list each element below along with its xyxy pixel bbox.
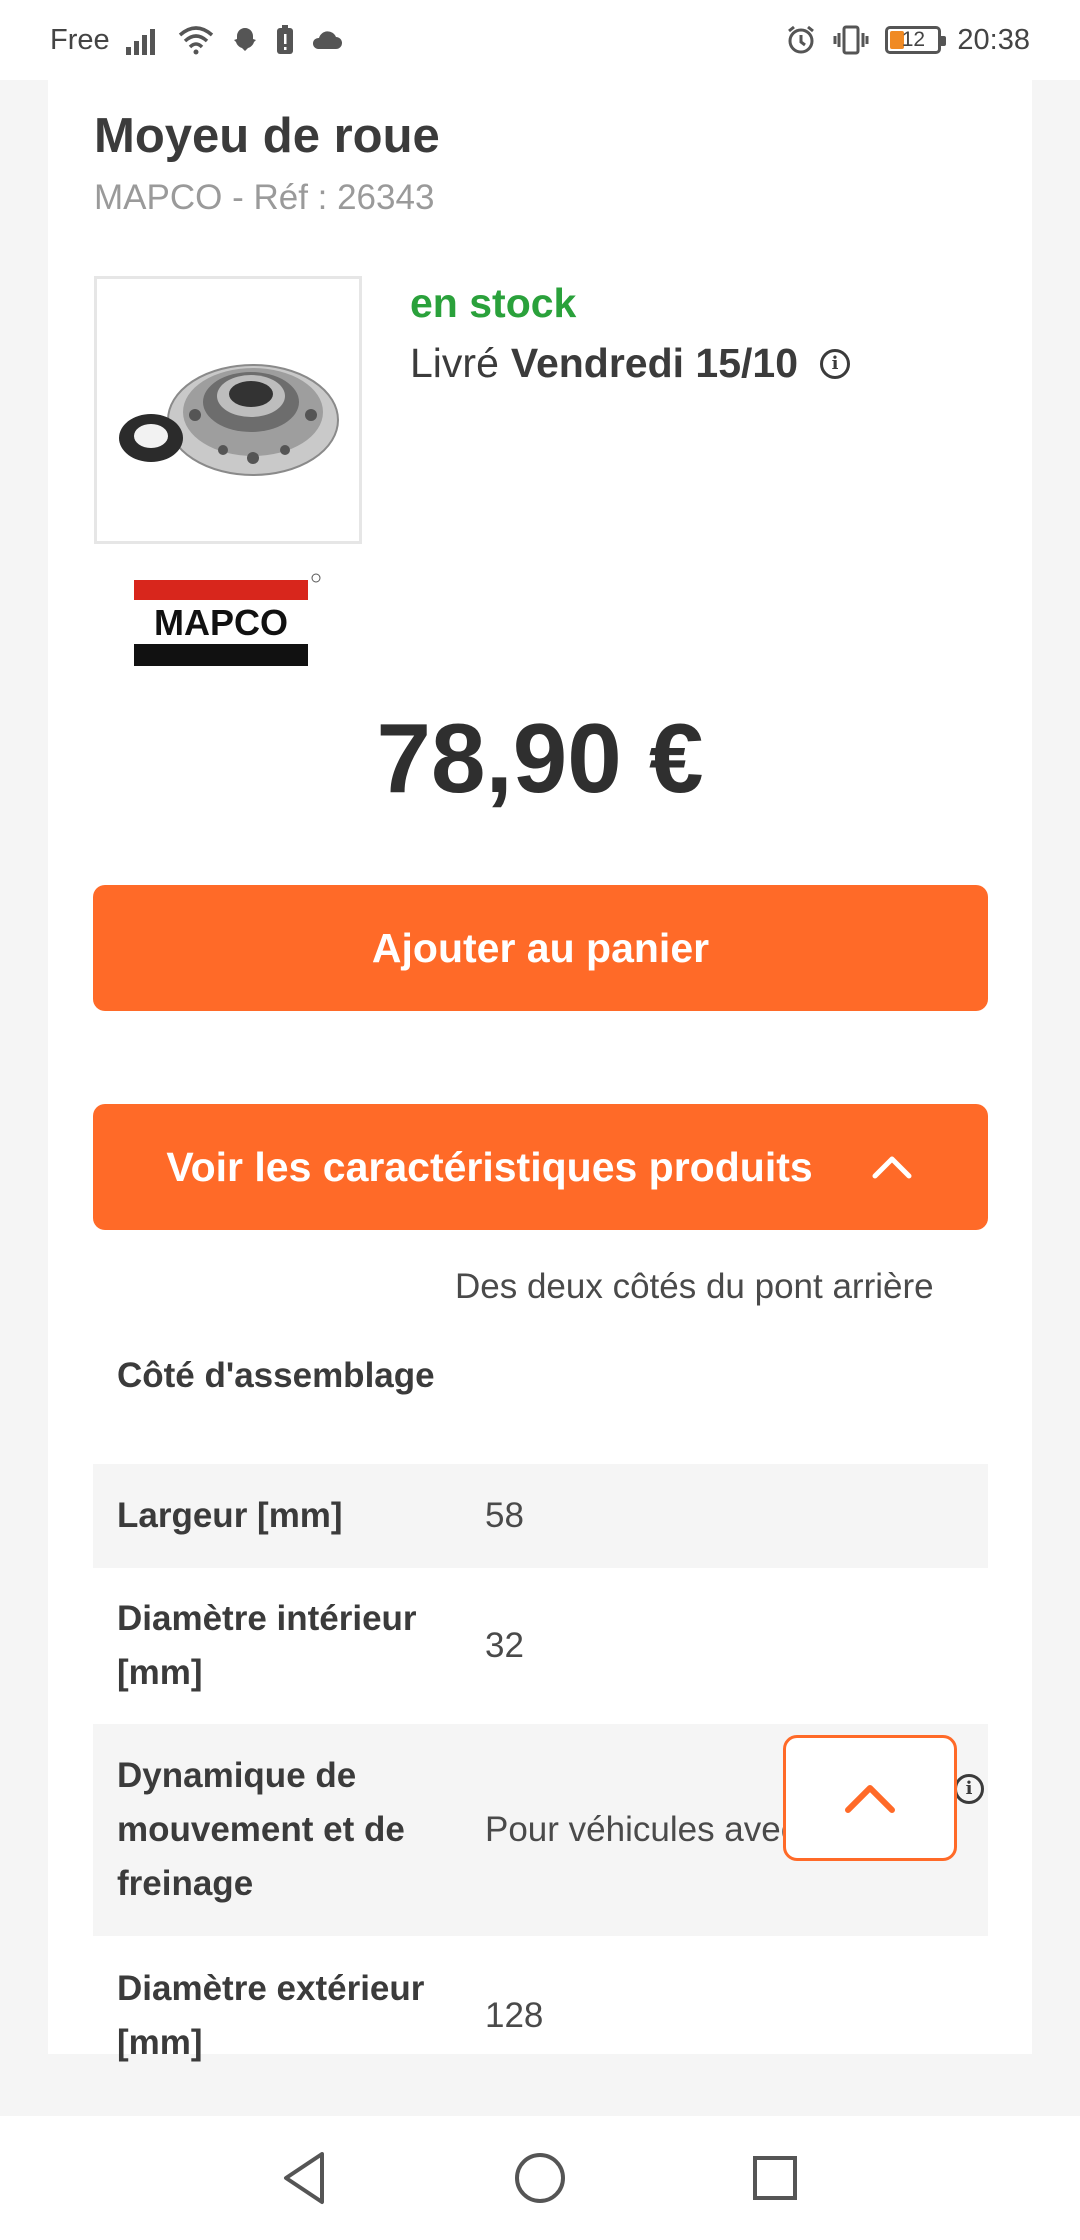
spec-value: 128 (485, 1996, 544, 2035)
spec-label: Diamètre intérieur [mm] (117, 1599, 417, 1692)
back-triangle-icon (284, 2152, 324, 2204)
home-nav-button[interactable] (510, 2148, 570, 2208)
recents-nav-button[interactable] (745, 2148, 805, 2208)
delivery-prefix: Livré (410, 340, 499, 386)
product-reference: MAPCO - Réf : 26343 (94, 178, 435, 217)
wheel-hub-icon (119, 364, 339, 476)
delivery-date: Vendredi 15/10 (510, 340, 799, 386)
spec-value: 32 (485, 1626, 524, 1665)
add-to-cart-button[interactable]: Ajouter au panier (93, 885, 988, 1011)
chevron-up-icon (872, 1156, 912, 1179)
spec-value: 58 (485, 1496, 524, 1535)
battery-alert-icon (276, 22, 294, 58)
spec-label: Côté d'assemblage (117, 1356, 435, 1395)
add-to-cart-label: Ajouter au panier (371, 924, 710, 971)
spec-label: Dynamique de mouvement et de freinage (117, 1756, 405, 1903)
status-bar: Free 12 20:38 (0, 0, 1080, 80)
status-right: 12 20:38 (785, 22, 1030, 58)
system-nav-bar (0, 2116, 1080, 2240)
clock-time: 20:38 (957, 23, 1030, 56)
brand-logo-text: MAPCO (154, 602, 288, 643)
view-specs-label: Voir les caractéristiques produits (166, 1143, 813, 1190)
spec-label: Diamètre extérieur [mm] (117, 1969, 425, 2062)
snapchat-icon (230, 22, 260, 58)
product-image[interactable] (94, 276, 362, 544)
spec-row: Diamètre intérieur [mm] 32 (93, 1568, 988, 1724)
spec-value: Des deux côtés du pont arrière (455, 1267, 934, 1306)
home-circle-icon (515, 2153, 565, 2203)
alarm-icon (785, 22, 817, 58)
chevron-up-icon (845, 1785, 895, 1813)
battery-level: 12 (901, 28, 926, 51)
view-specs-button[interactable]: Voir les caractéristiques produits (93, 1104, 988, 1230)
scroll-to-top-button[interactable] (783, 1735, 957, 1861)
recents-square-icon (753, 2156, 797, 2200)
vibrate-icon (833, 22, 869, 58)
spec-row: Côté d'assemblage Des deux côtés du pont… (93, 1260, 988, 1464)
signal-icon (125, 22, 162, 58)
wifi-icon (178, 22, 214, 58)
carrier-label: Free (50, 23, 110, 56)
info-icon[interactable]: i (820, 348, 851, 379)
cloud-icon (310, 22, 344, 58)
brand-logo: MAPCO (132, 570, 322, 675)
spec-row: Diamètre extérieur [mm] 128 (93, 1936, 988, 2096)
delivery-info: Livré Vendredi 15/10 i (410, 340, 851, 387)
info-icon[interactable]: i (954, 1774, 984, 1804)
status-left: Free (50, 22, 344, 58)
battery-icon: 12 (885, 26, 947, 54)
spec-label: Largeur [mm] (117, 1496, 343, 1535)
spec-row: Largeur [mm] 58 (93, 1464, 988, 1568)
stock-status: en stock (410, 280, 577, 326)
specs-table: Côté d'assemblage Des deux côtés du pont… (93, 1260, 988, 2096)
back-nav-button[interactable] (275, 2148, 335, 2208)
product-title: Moyeu de roue (94, 109, 440, 163)
product-price: 78,90 € (376, 703, 704, 813)
